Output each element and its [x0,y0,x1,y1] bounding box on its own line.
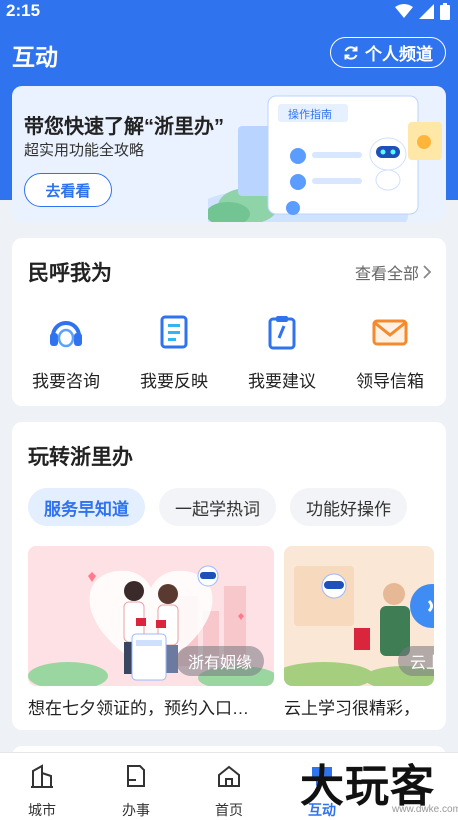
watermark-url: www.dwke.com [392,804,458,815]
page-title: 互动 [12,44,58,70]
banner-art-label: 操作指南 [288,107,332,121]
service-label: 我要反映 [140,372,208,391]
status-bar: 2:15 [0,0,458,24]
tab-label: 办事 [122,802,150,818]
watermark: 大玩客 www.dwke.com [300,750,458,820]
service-suggest[interactable]: 我要建议 [232,314,332,392]
chip-service-news[interactable]: 服务早知道 [28,488,145,526]
tab-services[interactable]: 办事 [96,763,176,820]
service-label: 我要建议 [248,372,316,391]
view-all-link[interactable]: 查看全部 [355,260,432,284]
tab-city[interactable]: 城市 [2,763,82,820]
battery-icon [440,3,450,20]
service-label: 我要咨询 [32,372,100,391]
topic-chips: 服务早知道 一起学热词 功能好操作 [28,488,407,526]
tab-label: 城市 [28,802,56,818]
home-icon [218,765,240,787]
personal-channel-label: 个人频道 [365,45,433,64]
personal-channel-button[interactable]: 个人频道 [330,37,446,68]
mail-icon [372,319,408,346]
headset-icon [50,321,82,348]
tab-label: 首页 [215,802,243,818]
chevron-right-icon [423,265,432,279]
content-card-marriage[interactable]: 浙有姻缘 [28,546,274,686]
chip-function-tips[interactable]: 功能好操作 [290,488,407,526]
guide-banner[interactable]: 带您快速了解“浙里办” 超实用功能全攻略 去看看 操作指南 [12,86,446,222]
section-title: 民呼我为 [28,262,112,285]
city-icon [31,764,53,788]
explore-section: 玩转浙里办 服务早知道 一起学热词 功能好操作 浙有姻缘 想在七夕领证的，预约入… [12,422,446,730]
service-report[interactable]: 我要反映 [124,314,224,392]
app-header: 互动 个人频道 [0,34,458,74]
go-see-button[interactable]: 去看看 [24,173,112,207]
banner-subtitle: 超实用功能全攻略 [24,142,145,159]
card-tag: 云上 [397,646,434,676]
card-caption: 想在七夕领证的，预约入口… [28,699,249,718]
clipboard-pen-icon [268,316,296,350]
public-voice-section: 民呼我为 查看全部 我要咨询 我要反映 我要建议 领导信箱 [12,238,446,406]
banner-illustration: 操作指南 [208,95,442,222]
content-card-learning[interactable]: 云上 [284,546,434,686]
service-consult[interactable]: 我要咨询 [16,314,116,392]
card-tag: 浙有姻缘 [175,646,264,676]
document-icon [127,765,145,787]
banner-title: 带您快速了解“浙里办” [24,116,224,138]
document-icon [160,315,188,349]
signal-icon [419,4,434,19]
status-time: 2:15 [6,1,41,20]
refresh-icon [344,45,358,60]
card-caption: 云上学习很精彩， [284,699,420,718]
service-label: 领导信箱 [356,372,424,391]
service-mailbox[interactable]: 领导信箱 [340,314,440,392]
section-title: 玩转浙里办 [28,446,133,469]
chip-hot-words[interactable]: 一起学热词 [159,488,276,526]
view-all-label: 查看全部 [354,266,419,283]
tab-home[interactable]: 首页 [189,763,269,820]
wifi-icon [395,4,413,18]
